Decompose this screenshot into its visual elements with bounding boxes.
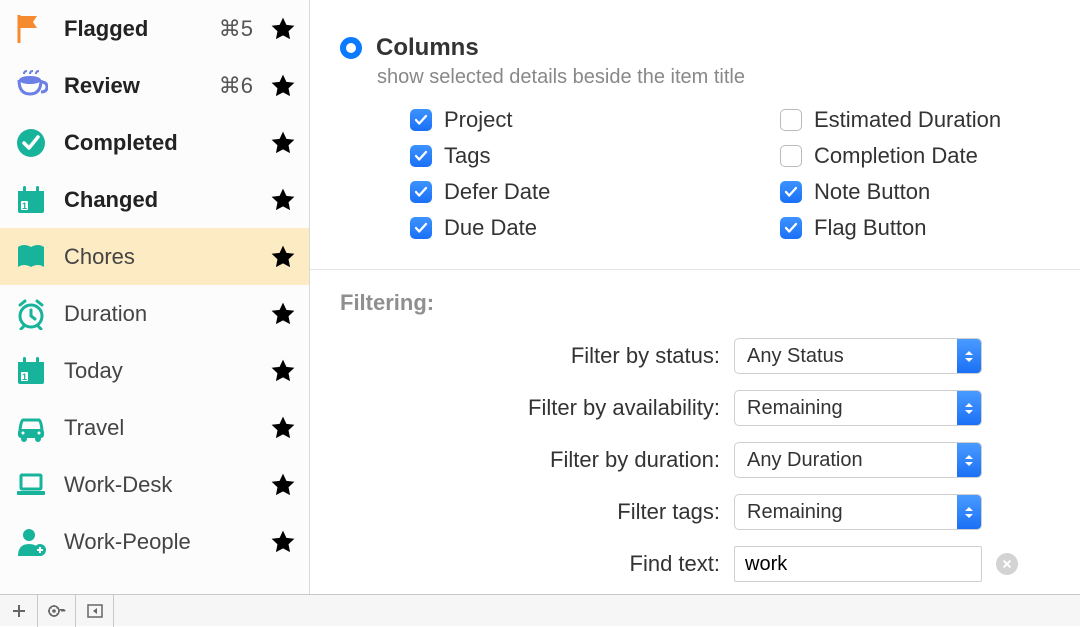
person-icon: [10, 522, 52, 562]
select-stepper-icon: [957, 339, 981, 373]
sidebar-item-label: Changed: [64, 187, 255, 213]
sidebar-item-flagged[interactable]: Flagged ⌘5: [0, 0, 309, 57]
favorite-star-icon[interactable]: [267, 13, 299, 45]
filter-availability-label: Filter by availability:: [340, 395, 720, 421]
select-stepper-icon: [957, 443, 981, 477]
filter-availability-value: Remaining: [747, 397, 843, 420]
filter-duration-label: Filter by duration:: [340, 447, 720, 473]
filter-tags-label: Filter tags:: [340, 499, 720, 525]
column-checkbox-label: Project: [444, 107, 512, 133]
sidebar-item-shortcut: ⌘6: [219, 73, 253, 99]
sidebar-item-label: Completed: [64, 130, 255, 156]
sidebar-item-work-desk[interactable]: Work-Desk: [0, 456, 309, 513]
clear-find-button[interactable]: [996, 553, 1018, 575]
column-checkbox-label: Note Button: [814, 179, 930, 205]
add-button[interactable]: [0, 595, 38, 627]
sidebar-item-label: Today: [64, 358, 255, 384]
filter-status-label: Filter by status:: [340, 343, 720, 369]
column-checkbox-label: Estimated Duration: [814, 107, 1001, 133]
columns-section-subtitle: show selected details beside the item ti…: [377, 66, 1050, 89]
main-panel: Columns show selected details beside the…: [310, 0, 1080, 594]
sidebar-item-label: Duration: [64, 301, 255, 327]
sidebar-item-travel[interactable]: Travel: [0, 399, 309, 456]
sidebar: Flagged ⌘5 Review ⌘6 Completed Changed C…: [0, 0, 310, 594]
sidebar-item-label: Review: [64, 73, 207, 99]
column-flag-button-checkbox[interactable]: [780, 217, 802, 239]
car-icon: [10, 408, 52, 448]
calendar-icon: [10, 351, 52, 391]
sidebar-item-duration[interactable]: Duration: [0, 285, 309, 342]
column-completion-date-checkbox[interactable]: [780, 145, 802, 167]
sidebar-item-label: Flagged: [64, 16, 207, 42]
alarm-icon: [10, 294, 52, 334]
bottom-toolbar: [0, 594, 1080, 626]
favorite-star-icon[interactable]: [267, 412, 299, 444]
favorite-star-icon[interactable]: [267, 184, 299, 216]
columns-checkbox-grid: Project Estimated Duration Tags Completi…: [410, 107, 1050, 241]
column-tags-checkbox[interactable]: [410, 145, 432, 167]
favorite-star-icon[interactable]: [267, 70, 299, 102]
cup-icon: [10, 66, 52, 106]
collapse-sidebar-button[interactable]: [76, 595, 114, 627]
column-note-button-checkbox[interactable]: [780, 181, 802, 203]
sidebar-item-label: Work-Desk: [64, 472, 255, 498]
favorite-star-icon[interactable]: [267, 355, 299, 387]
sidebar-item-chores[interactable]: Chores: [0, 228, 309, 285]
sidebar-item-work-people[interactable]: Work-People: [0, 513, 309, 570]
column-checkbox-label: Completion Date: [814, 143, 978, 169]
filtering-section-title: Filtering:: [340, 290, 1050, 316]
book-icon: [10, 237, 52, 277]
column-checkbox-label: Defer Date: [444, 179, 550, 205]
column-estimated-duration-checkbox[interactable]: [780, 109, 802, 131]
favorite-star-icon[interactable]: [267, 298, 299, 330]
filter-duration-value: Any Duration: [747, 449, 863, 472]
gear-menu-button[interactable]: [38, 595, 76, 627]
column-project-checkbox[interactable]: [410, 109, 432, 131]
column-checkbox-label: Flag Button: [814, 215, 927, 241]
sidebar-item-shortcut: ⌘5: [219, 16, 253, 42]
columns-radio[interactable]: [340, 37, 362, 59]
select-stepper-icon: [957, 391, 981, 425]
sidebar-item-label: Travel: [64, 415, 255, 441]
filter-status-select[interactable]: Any Status: [734, 338, 982, 374]
filter-tags-select[interactable]: Remaining: [734, 494, 982, 530]
check-icon: [10, 123, 52, 163]
column-defer-date-checkbox[interactable]: [410, 181, 432, 203]
favorite-star-icon[interactable]: [267, 469, 299, 501]
sidebar-item-completed[interactable]: Completed: [0, 114, 309, 171]
column-checkbox-label: Tags: [444, 143, 490, 169]
section-divider: [310, 269, 1080, 270]
find-text-input[interactable]: [734, 546, 982, 582]
favorite-star-icon[interactable]: [267, 241, 299, 273]
sidebar-item-label: Chores: [64, 244, 255, 270]
favorite-star-icon[interactable]: [267, 127, 299, 159]
flag-icon: [10, 9, 52, 49]
filter-tags-value: Remaining: [747, 501, 843, 524]
sidebar-item-changed[interactable]: Changed: [0, 171, 309, 228]
sidebar-item-review[interactable]: Review ⌘6: [0, 57, 309, 114]
select-stepper-icon: [957, 495, 981, 529]
column-due-date-checkbox[interactable]: [410, 217, 432, 239]
calendar-icon: [10, 180, 52, 220]
laptop-icon: [10, 465, 52, 505]
columns-section-title: Columns: [376, 34, 479, 62]
filter-duration-select[interactable]: Any Duration: [734, 442, 982, 478]
sidebar-item-today[interactable]: Today: [0, 342, 309, 399]
filter-status-value: Any Status: [747, 345, 844, 368]
find-text-label: Find text:: [340, 551, 720, 577]
filter-availability-select[interactable]: Remaining: [734, 390, 982, 426]
column-checkbox-label: Due Date: [444, 215, 537, 241]
sidebar-item-label: Work-People: [64, 529, 255, 555]
favorite-star-icon[interactable]: [267, 526, 299, 558]
